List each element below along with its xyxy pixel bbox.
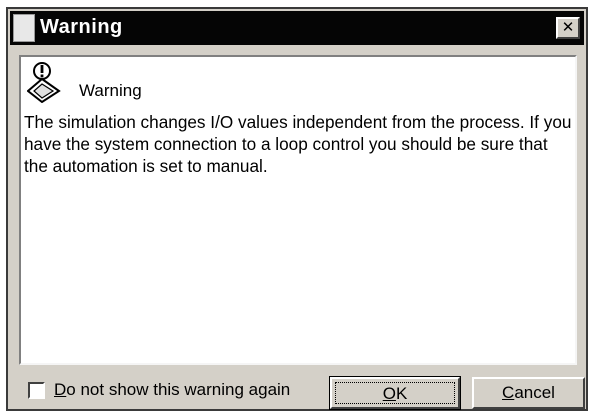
dont-show-again-checkbox[interactable] <box>28 382 45 399</box>
cancel-button[interactable]: Cancel <box>472 377 585 409</box>
message-panel: Warning The simulation changes I/O value… <box>19 55 577 365</box>
warning-icon <box>27 62 61 103</box>
title-bar[interactable]: Warning ✕ <box>10 11 584 45</box>
message-text: The simulation changes I/O values indepe… <box>24 112 572 176</box>
window-icon <box>13 14 35 42</box>
close-button[interactable]: ✕ <box>556 17 580 39</box>
window-title: Warning <box>40 16 123 38</box>
message-heading: Warning <box>79 81 142 100</box>
ok-button-focus: OK <box>335 382 455 404</box>
close-icon: ✕ <box>561 18 575 36</box>
ok-button[interactable]: OK <box>329 376 461 410</box>
warning-dialog: Warning ✕ Warning The simulation changes… <box>6 7 588 411</box>
dont-show-again-label[interactable]: Do not show this warning again <box>54 380 290 400</box>
